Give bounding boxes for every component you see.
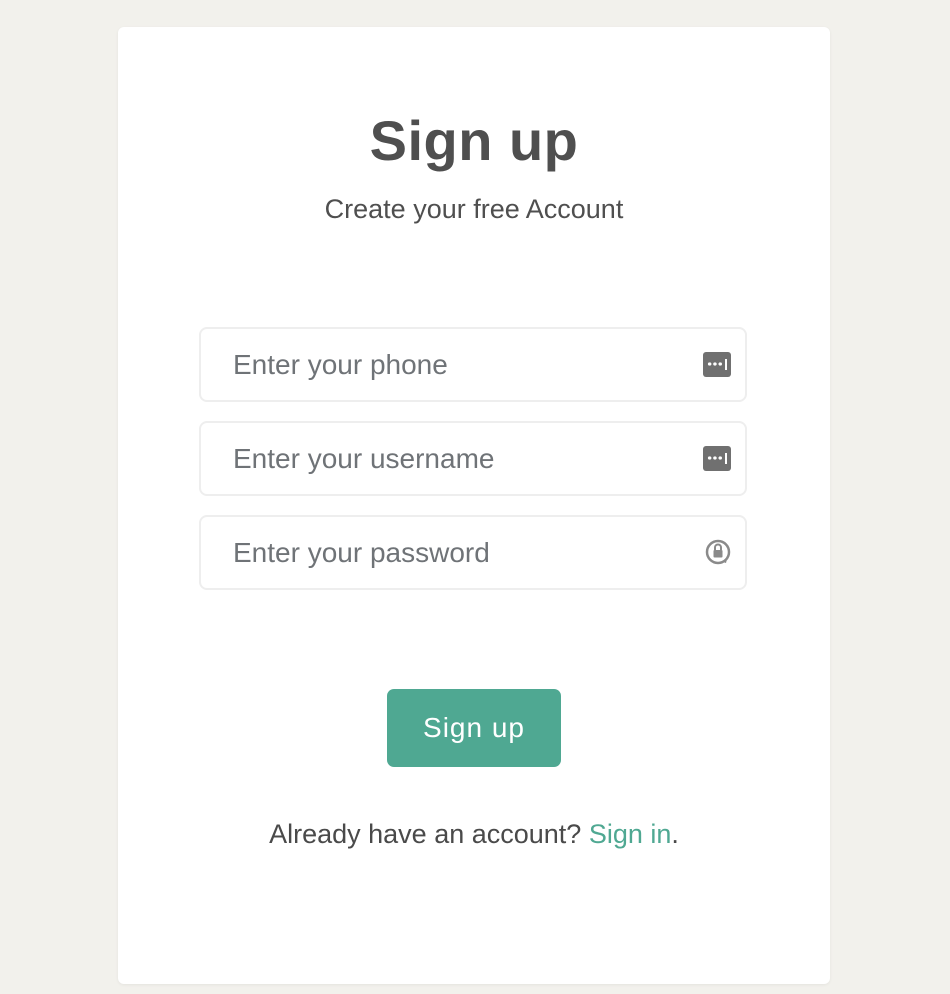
phone-field [199, 327, 747, 402]
page-title: Sign up [369, 109, 579, 172]
password-field [199, 515, 747, 590]
page-subtitle: Create your free Account [324, 194, 624, 224]
sign-in-prompt-text: Already have an account? [269, 819, 589, 849]
signup-card: Sign up Create your free Account Sign up… [118, 27, 830, 984]
sign-in-prompt: Already have an account? Sign in. [118, 817, 830, 851]
password-input[interactable] [233, 517, 693, 588]
password-manager-key-icon[interactable] [703, 352, 731, 377]
password-manager-key-icon[interactable] [703, 446, 731, 471]
username-field [199, 421, 747, 496]
username-input[interactable] [233, 423, 693, 494]
phone-input[interactable] [233, 329, 693, 400]
password-lock-icon[interactable] [703, 537, 733, 567]
sign-in-prompt-suffix: . [671, 819, 679, 849]
sign-in-link[interactable]: Sign in [589, 819, 672, 849]
sign-up-button[interactable]: Sign up [387, 689, 561, 767]
